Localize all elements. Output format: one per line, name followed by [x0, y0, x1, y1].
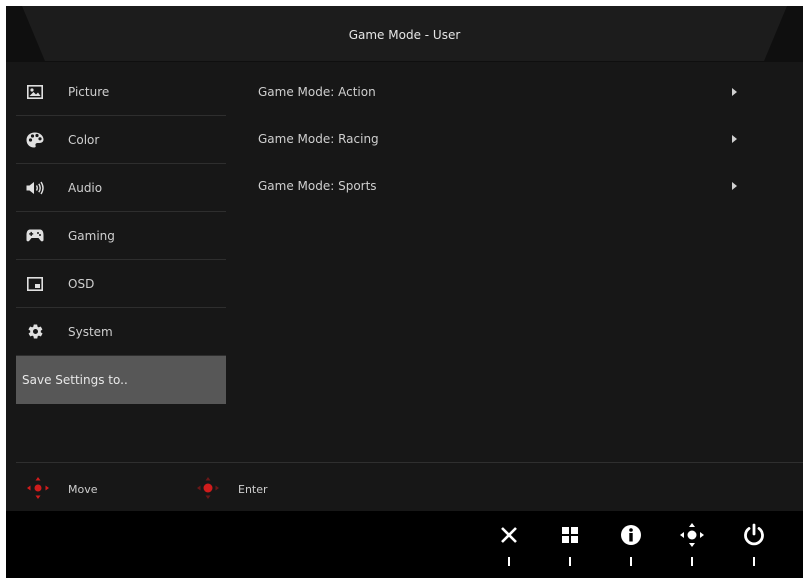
- page-title: Game Mode - User: [348, 28, 461, 42]
- osd-menu: Game Mode - User Picture Color Audio Gam…: [6, 6, 803, 578]
- menu-item-racing[interactable]: Game Mode: Racing: [258, 115, 758, 162]
- power-icon: [742, 521, 766, 549]
- menu-item-action[interactable]: Game Mode: Action: [258, 68, 758, 115]
- hint-move: Move: [26, 476, 98, 503]
- joystick-press-icon: [196, 476, 220, 503]
- sidebar-item-system[interactable]: System: [16, 308, 226, 356]
- picture-icon: [26, 83, 44, 101]
- power-button[interactable]: [739, 521, 769, 571]
- sidebar-item-label: OSD: [68, 276, 95, 291]
- sidebar-item-audio[interactable]: Audio: [16, 164, 226, 212]
- header: Game Mode - User: [6, 6, 803, 62]
- menu-item-label: Game Mode: Action: [258, 84, 376, 99]
- button-marker: [508, 557, 510, 566]
- sidebar-item-label: System: [68, 324, 113, 339]
- button-marker: [691, 557, 693, 566]
- divider: [16, 462, 803, 463]
- menu-button[interactable]: [555, 521, 585, 571]
- close-icon: [500, 521, 518, 549]
- chevron-right-icon: [732, 135, 737, 143]
- button-marker: [630, 557, 632, 566]
- submenu-list: Game Mode: Action Game Mode: Racing Game…: [258, 68, 758, 209]
- close-button[interactable]: [494, 521, 524, 571]
- gamepad-icon: [26, 227, 44, 245]
- speaker-icon: [26, 179, 44, 197]
- sidebar-item-label: Picture: [68, 84, 110, 99]
- menu-item-label: Game Mode: Sports: [258, 178, 377, 193]
- sidebar-item-gaming[interactable]: Gaming: [16, 212, 226, 260]
- joystick-move-icon: [26, 476, 50, 503]
- sidebar-item-save-settings[interactable]: Save Settings to..: [16, 356, 226, 404]
- joystick-icon: [679, 521, 705, 549]
- sidebar-item-picture[interactable]: Picture: [16, 68, 226, 116]
- sidebar-item-label: Save Settings to..: [22, 373, 128, 387]
- sidebar-item-label: Gaming: [68, 228, 115, 243]
- hint-move-label: Move: [68, 483, 98, 496]
- menu-grid-icon: [561, 521, 579, 549]
- gear-icon: [26, 323, 44, 341]
- menu-item-label: Game Mode: Racing: [258, 131, 379, 146]
- joystick-button[interactable]: [677, 521, 707, 571]
- palette-icon: [26, 131, 44, 149]
- sidebar-item-label: Audio: [68, 180, 103, 195]
- sidebar: Picture Color Audio Gaming OSD System Sa…: [16, 68, 226, 404]
- hint-enter: Enter: [196, 476, 268, 503]
- sidebar-item-color[interactable]: Color: [16, 116, 226, 164]
- sidebar-item-label: Color: [68, 132, 100, 147]
- button-bar: [6, 511, 803, 578]
- menu-item-sports[interactable]: Game Mode: Sports: [258, 162, 758, 209]
- info-icon: [620, 521, 642, 549]
- info-button[interactable]: [616, 521, 646, 571]
- osd-icon: [26, 275, 44, 293]
- sidebar-item-osd[interactable]: OSD: [16, 260, 226, 308]
- chevron-right-icon: [732, 182, 737, 190]
- chevron-right-icon: [732, 88, 737, 96]
- button-marker: [569, 557, 571, 566]
- button-marker: [753, 557, 755, 566]
- hint-enter-label: Enter: [238, 483, 268, 496]
